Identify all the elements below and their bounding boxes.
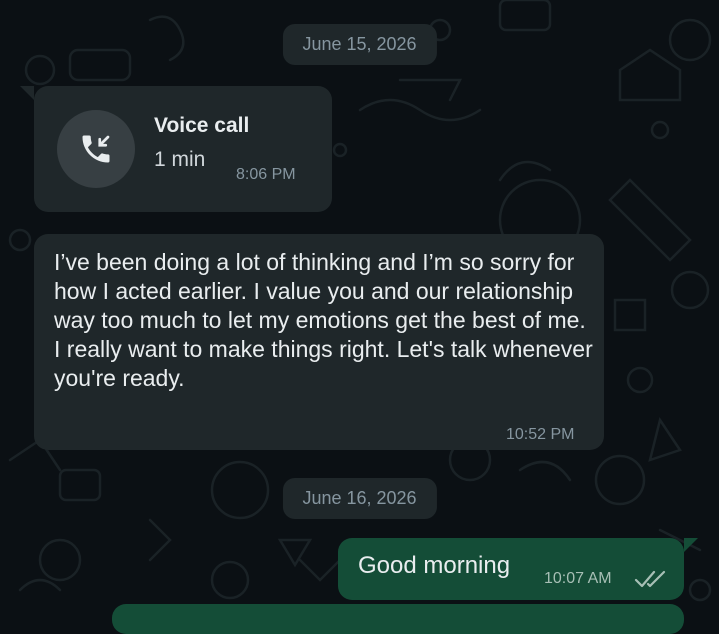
outgoing-message-bubble[interactable]: Good morning 10:07 AM [338, 538, 684, 600]
message-text: Good morning [358, 552, 511, 579]
bubble-tail [20, 86, 34, 100]
outgoing-message-bubble[interactable] [112, 604, 684, 634]
message-time: 8:06 PM [236, 166, 296, 183]
double-check-icon [634, 570, 666, 588]
voice-call-bubble[interactable]: Voice call 1 min 8:06 PM [34, 86, 332, 212]
message-text: I’ve been doing a lot of thinking and I’… [54, 249, 593, 391]
call-icon-circle [57, 110, 135, 188]
bubble-tail [684, 538, 698, 552]
date-separator: June 16, 2026 [282, 478, 437, 519]
message-time: 10:52 PM [506, 426, 575, 443]
call-title: Voice call [154, 114, 250, 137]
date-separator: June 15, 2026 [282, 24, 437, 65]
call-duration: 1 min [154, 148, 206, 171]
incoming-call-icon [82, 135, 110, 163]
incoming-message-bubble[interactable]: I’ve been doing a lot of thinking and I’… [34, 234, 604, 450]
message-time: 10:07 AM [544, 570, 612, 587]
